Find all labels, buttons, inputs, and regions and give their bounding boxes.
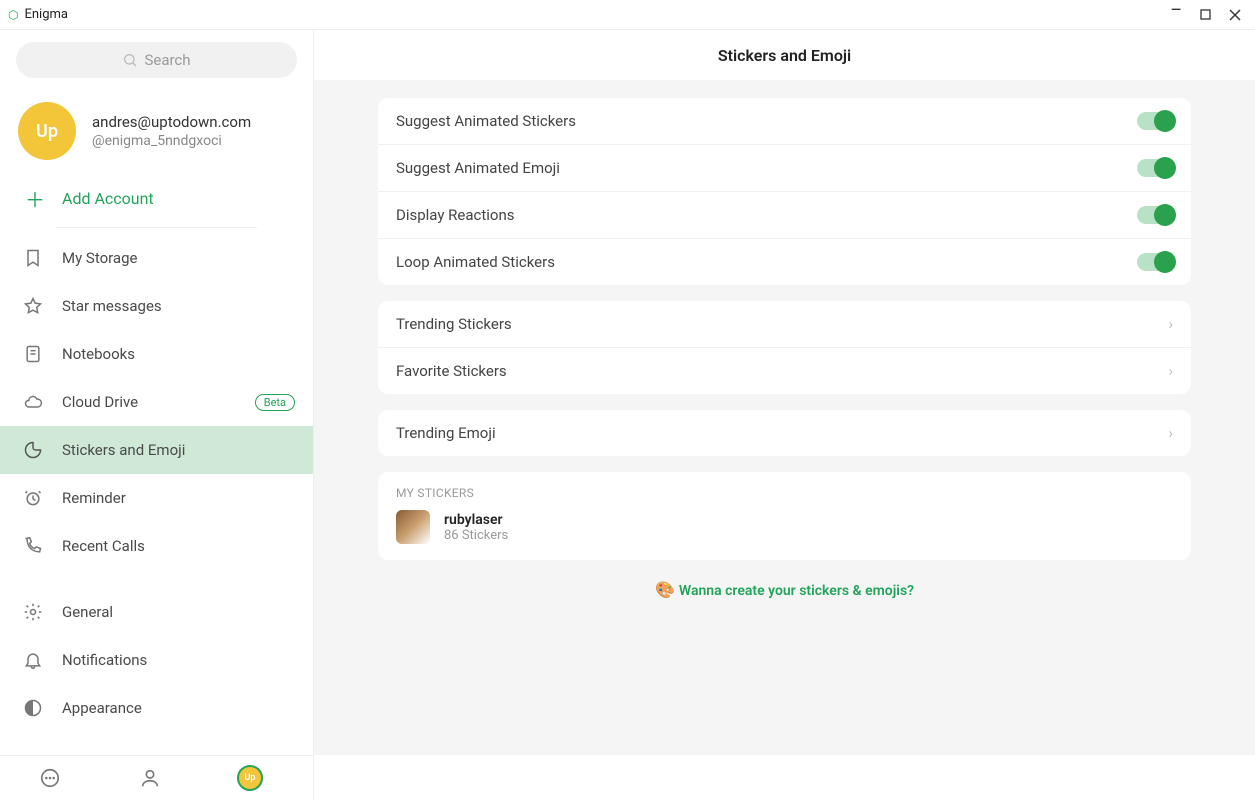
search-placeholder: Search (144, 51, 190, 69)
link-trending-stickers[interactable]: Trending Stickers › (378, 301, 1191, 347)
sticker-icon (22, 440, 44, 460)
sidebar-item-label: Notebooks (62, 345, 295, 363)
toggle-label: Loop Animated Stickers (396, 253, 1137, 271)
profile-email: andres@uptodown.com (92, 113, 251, 131)
toggle-display-reactions[interactable] (1137, 206, 1173, 224)
sticker-pack-thumb (396, 510, 430, 544)
toggle-row-suggest-emoji: Suggest Animated Emoji (378, 144, 1191, 191)
sticker-pack-count: 86 Stickers (444, 528, 508, 543)
divider (56, 227, 257, 228)
minimize-button[interactable]: – (1170, 2, 1182, 20)
window-controls: – (1170, 6, 1247, 24)
sticker-pack-name: rubylaser (444, 512, 508, 528)
chevron-right-icon: › (1168, 315, 1173, 333)
tab-chats[interactable] (0, 756, 100, 800)
sidebar-item-label: Appearance (62, 699, 295, 717)
sidebar-item-appearance[interactable]: Appearance (0, 684, 313, 732)
sidebar-item-recent-calls[interactable]: Recent Calls (0, 522, 313, 570)
bottombar: Up (0, 755, 314, 800)
sidebar-item-cloud-drive[interactable]: Cloud Drive Beta (0, 378, 313, 426)
toggle-card: Suggest Animated Stickers Suggest Animat… (378, 98, 1191, 285)
cloud-icon (22, 392, 44, 412)
link-label: Trending Emoji (396, 424, 1168, 442)
toggle-label: Display Reactions (396, 206, 1137, 224)
sidebar-item-label: Stickers and Emoji (62, 441, 295, 459)
gear-icon (22, 602, 44, 622)
sidebar-item-label: Recent Calls (62, 537, 295, 555)
links-card-a: Trending Stickers › Favorite Stickers › (378, 301, 1191, 394)
sidebar-item-label: General (62, 603, 295, 621)
sidebar-nav: My Storage Star messages Notebooks Cloud… (0, 234, 313, 755)
sidebar-item-label: Cloud Drive (62, 393, 231, 411)
notebook-icon (22, 344, 44, 364)
chevron-right-icon: › (1168, 362, 1173, 380)
app-title: Enigma (24, 7, 1170, 22)
sidebar-item-reminder[interactable]: Reminder (0, 474, 313, 522)
toggle-loop-stickers[interactable] (1137, 253, 1173, 271)
search-icon (122, 52, 138, 68)
sticker-pack-row[interactable]: rubylaser 86 Stickers (378, 510, 1191, 560)
sidebar-item-label: Notifications (62, 651, 295, 669)
create-stickers-text: Wanna create your stickers & emojis? (679, 583, 914, 599)
search-input[interactable]: Search (16, 42, 297, 78)
chat-icon (39, 767, 61, 789)
sidebar-item-label: Reminder (62, 489, 295, 507)
plus-icon: ＋ (24, 184, 46, 213)
titlebar: ⬡ Enigma – (0, 0, 1255, 30)
section-label-my-stickers: MY STICKERS (378, 472, 1191, 510)
bell-icon (22, 650, 44, 670)
star-icon (22, 296, 44, 316)
profile-handle: @enigma_5nndgxoci (92, 133, 251, 149)
link-label: Trending Stickers (396, 315, 1168, 333)
maximize-button[interactable] (1200, 9, 1211, 20)
beta-badge: Beta (255, 394, 295, 411)
my-stickers-card: MY STICKERS rubylaser 86 Stickers (378, 472, 1191, 560)
toggle-row-loop-stickers: Loop Animated Stickers (378, 238, 1191, 285)
sidebar-item-notifications[interactable]: Notifications (0, 636, 313, 684)
sidebar-item-notebooks[interactable]: Notebooks (0, 330, 313, 378)
profile-block[interactable]: Up andres@uptodown.com @enigma_5nndgxoci (0, 88, 313, 168)
sidebar-item-my-storage[interactable]: My Storage (0, 234, 313, 282)
app-icon: ⬡ (8, 8, 18, 22)
toggle-suggest-emoji[interactable] (1137, 159, 1173, 177)
toggle-row-suggest-stickers: Suggest Animated Stickers (378, 98, 1191, 144)
chevron-right-icon: › (1168, 424, 1173, 442)
create-stickers-link[interactable]: 🎨Wanna create your stickers & emojis? (378, 576, 1191, 619)
add-account-label: Add Account (62, 189, 154, 208)
page-title: Stickers and Emoji (314, 30, 1255, 80)
person-icon (139, 767, 161, 789)
clock-icon (22, 488, 44, 508)
phone-icon (22, 536, 44, 556)
sidebar-item-general[interactable]: General (0, 588, 313, 636)
bookmark-icon (22, 248, 44, 268)
sidebar-item-label: My Storage (62, 249, 295, 267)
sidebar-item-stickers-emoji[interactable]: Stickers and Emoji (0, 426, 313, 474)
main-panel: Stickers and Emoji Suggest Animated Stic… (314, 30, 1255, 755)
toggle-suggest-stickers[interactable] (1137, 112, 1173, 130)
tab-me[interactable]: Up (200, 756, 300, 800)
link-trending-emoji[interactable]: Trending Emoji › (378, 410, 1191, 456)
sidebar-item-label: Star messages (62, 297, 295, 315)
links-card-b: Trending Emoji › (378, 410, 1191, 456)
link-favorite-stickers[interactable]: Favorite Stickers › (378, 347, 1191, 394)
sidebar: Search Up andres@uptodown.com @enigma_5n… (0, 30, 314, 755)
avatar-small: Up (237, 765, 263, 791)
add-account-button[interactable]: ＋ Add Account (0, 168, 313, 227)
close-button[interactable] (1229, 9, 1241, 21)
sidebar-item-star-messages[interactable]: Star messages (0, 282, 313, 330)
avatar: Up (18, 102, 76, 160)
tab-contacts[interactable] (100, 756, 200, 800)
toggle-label: Suggest Animated Emoji (396, 159, 1137, 177)
appearance-icon (22, 698, 44, 718)
link-label: Favorite Stickers (396, 362, 1168, 380)
toggle-label: Suggest Animated Stickers (396, 112, 1137, 130)
palette-icon: 🎨 (655, 580, 675, 599)
toggle-row-display-reactions: Display Reactions (378, 191, 1191, 238)
